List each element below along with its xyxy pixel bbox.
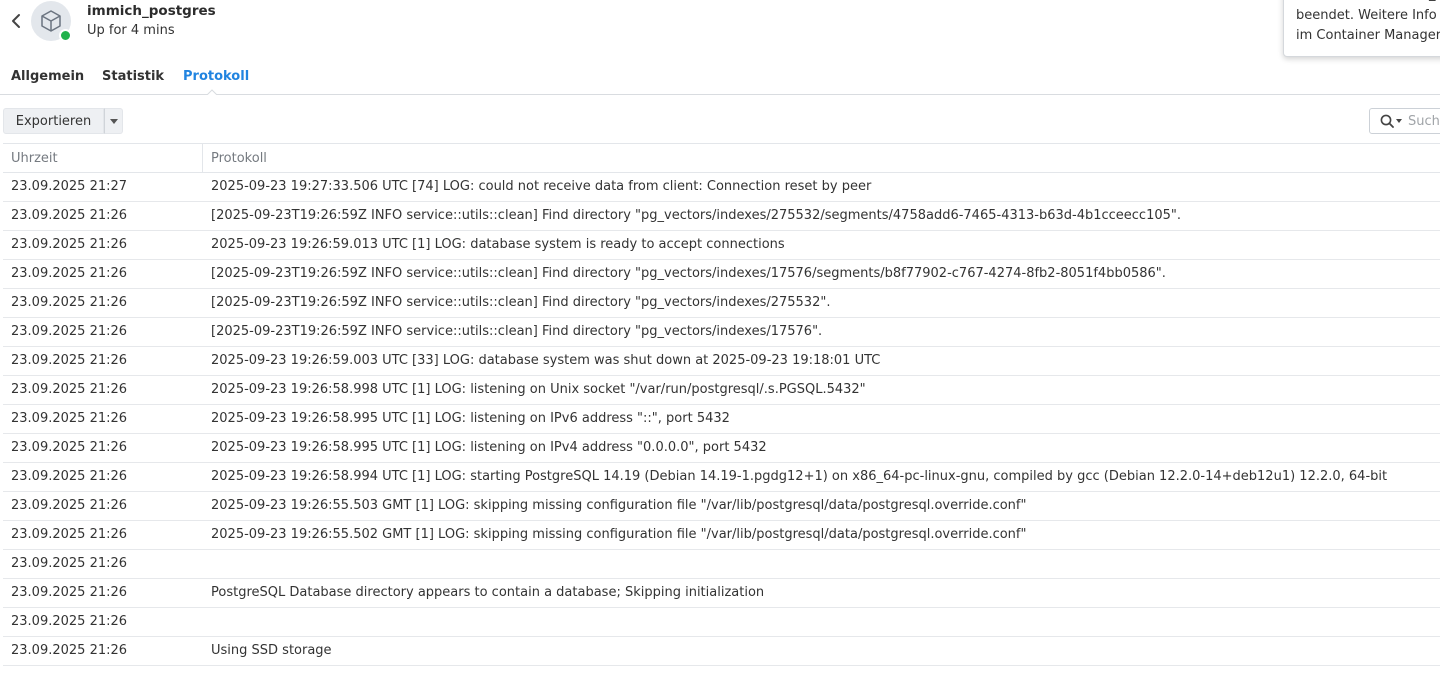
cell-time: 23.09.2025 21:26 — [11, 208, 128, 223]
cell-time: 23.09.2025 21:26 — [11, 295, 128, 310]
container-status: Up for 4 mins — [87, 23, 175, 38]
table-header: Uhrzeit Protokoll — [3, 143, 1440, 173]
table-row[interactable]: 23.09.2025 21:26 2025-09-23 19:26:59.013 … — [3, 231, 1440, 260]
notification-popup: _ beendet. Weitere Info im Container Man… — [1283, 0, 1440, 57]
cell-time: 23.09.2025 21:26 — [11, 498, 128, 513]
column-divider[interactable] — [202, 144, 203, 173]
cell-time: 23.09.2025 21:26 — [11, 585, 128, 600]
cell-time: 23.09.2025 21:27 — [11, 179, 128, 194]
table-row[interactable]: 23.09.2025 21:26 [2025-09-23T19:26:59Z IN… — [3, 289, 1440, 318]
table-row[interactable]: 23.09.2025 21:26 [2025-09-23T19:26:59Z IN… — [3, 260, 1440, 289]
cell-message: 2025-09-23 19:26:55.503 GMT [1] LOG: ski… — [211, 498, 1027, 513]
table-body: 23.09.2025 21:27 2025-09-23 19:27:33.506 … — [3, 173, 1440, 666]
caret-down-icon — [1396, 119, 1402, 123]
back-button[interactable] — [6, 11, 26, 31]
cell-time: 23.09.2025 21:26 — [11, 411, 128, 426]
chevron-left-icon — [12, 14, 20, 28]
cell-time: 23.09.2025 21:26 — [11, 440, 128, 455]
cell-time: 23.09.2025 21:26 — [11, 324, 128, 339]
table-row[interactable]: 23.09.2025 21:26 2025-09-23 19:26:58.995 … — [3, 405, 1440, 434]
table-row[interactable]: 23.09.2025 21:26 — [3, 550, 1440, 579]
tab-statistik[interactable]: Statistik — [102, 69, 164, 84]
search-input[interactable] — [1408, 113, 1440, 129]
notification-line-2: im Container Manager — [1296, 28, 1440, 43]
export-button[interactable]: Exportieren — [3, 108, 104, 134]
log-table: Uhrzeit Protokoll 23.09.2025 21:27 2025-0… — [3, 143, 1440, 666]
cell-time: 23.09.2025 21:26 — [11, 556, 128, 571]
search-icon — [1380, 114, 1394, 128]
container-detail-page: immich_postgres Up for 4 mins _ beendet.… — [0, 0, 1440, 691]
cell-message: 2025-09-23 19:26:58.994 UTC [1] LOG: sta… — [211, 469, 1388, 484]
status-indicator — [59, 29, 72, 42]
table-row[interactable]: 23.09.2025 21:27 2025-09-23 19:27:33.506 … — [3, 173, 1440, 202]
table-row[interactable]: 23.09.2025 21:26 — [3, 608, 1440, 637]
tab-allgemein[interactable]: Allgemein — [11, 69, 84, 84]
cube-icon — [41, 10, 61, 32]
tab-protokoll[interactable]: Protokoll — [183, 69, 249, 84]
active-tab-indicator — [207, 89, 217, 95]
container-name: immich_postgres — [87, 3, 216, 19]
cell-time: 23.09.2025 21:26 — [11, 527, 128, 542]
cell-message: PostgreSQL Database directory appears to… — [211, 585, 765, 600]
cell-time: 23.09.2025 21:26 — [11, 353, 128, 368]
cell-time: 23.09.2025 21:26 — [11, 266, 128, 281]
column-header-time[interactable]: Uhrzeit — [11, 151, 58, 166]
cell-message: 2025-09-23 19:26:59.013 UTC [1] LOG: dat… — [211, 237, 785, 252]
table-row[interactable]: 23.09.2025 21:26 PostgreSQL Database dire… — [3, 579, 1440, 608]
table-row[interactable]: 23.09.2025 21:26 2025-09-23 19:26:58.994 … — [3, 463, 1440, 492]
cell-message: [2025-09-23T19:26:59Z INFO service::util… — [211, 266, 1166, 281]
table-row[interactable]: 23.09.2025 21:26 [2025-09-23T19:26:59Z IN… — [3, 202, 1440, 231]
table-row[interactable]: 23.09.2025 21:26 2025-09-23 19:26:58.995 … — [3, 434, 1440, 463]
search-box[interactable] — [1369, 108, 1440, 134]
cell-message: 2025-09-23 19:27:33.506 UTC [74] LOG: co… — [211, 179, 872, 194]
notification-partial-text: _ — [1429, 0, 1436, 5]
cell-message: 2025-09-23 19:26:58.995 UTC [1] LOG: lis… — [211, 411, 730, 426]
cell-time: 23.09.2025 21:26 — [11, 382, 128, 397]
cell-message: 2025-09-23 19:26:59.003 UTC [33] LOG: da… — [211, 353, 881, 368]
cell-time: 23.09.2025 21:26 — [11, 237, 128, 252]
table-row[interactable]: 23.09.2025 21:26 2025-09-23 19:26:58.998 … — [3, 376, 1440, 405]
column-header-log[interactable]: Protokoll — [211, 151, 267, 166]
table-row[interactable]: 23.09.2025 21:26 Using SSD storage — [3, 637, 1440, 666]
cell-message: [2025-09-23T19:26:59Z INFO service::util… — [211, 295, 831, 310]
table-row[interactable]: 23.09.2025 21:26 2025-09-23 19:26:55.503 … — [3, 492, 1440, 521]
cell-message: 2025-09-23 19:26:58.995 UTC [1] LOG: lis… — [211, 440, 767, 455]
cell-time: 23.09.2025 21:26 — [11, 643, 128, 658]
cell-time: 23.09.2025 21:26 — [11, 614, 128, 629]
table-row[interactable]: 23.09.2025 21:26 2025-09-23 19:26:55.502 … — [3, 521, 1440, 550]
cell-message: [2025-09-23T19:26:59Z INFO service::util… — [211, 208, 1182, 223]
notification-line-1: beendet. Weitere Info — [1296, 8, 1437, 23]
cell-message: Using SSD storage — [211, 643, 332, 658]
caret-down-icon — [109, 118, 118, 124]
cell-message: 2025-09-23 19:26:58.998 UTC [1] LOG: lis… — [211, 382, 866, 397]
export-dropdown-button[interactable] — [104, 108, 123, 134]
cell-time: 23.09.2025 21:26 — [11, 469, 128, 484]
cell-message: [2025-09-23T19:26:59Z INFO service::util… — [211, 324, 823, 339]
cell-message: 2025-09-23 19:26:55.502 GMT [1] LOG: ski… — [211, 527, 1027, 542]
table-row[interactable]: 23.09.2025 21:26 [2025-09-23T19:26:59Z IN… — [3, 318, 1440, 347]
table-row[interactable]: 23.09.2025 21:26 2025-09-23 19:26:59.003 … — [3, 347, 1440, 376]
header: immich_postgres Up for 4 mins — [0, 0, 1440, 52]
